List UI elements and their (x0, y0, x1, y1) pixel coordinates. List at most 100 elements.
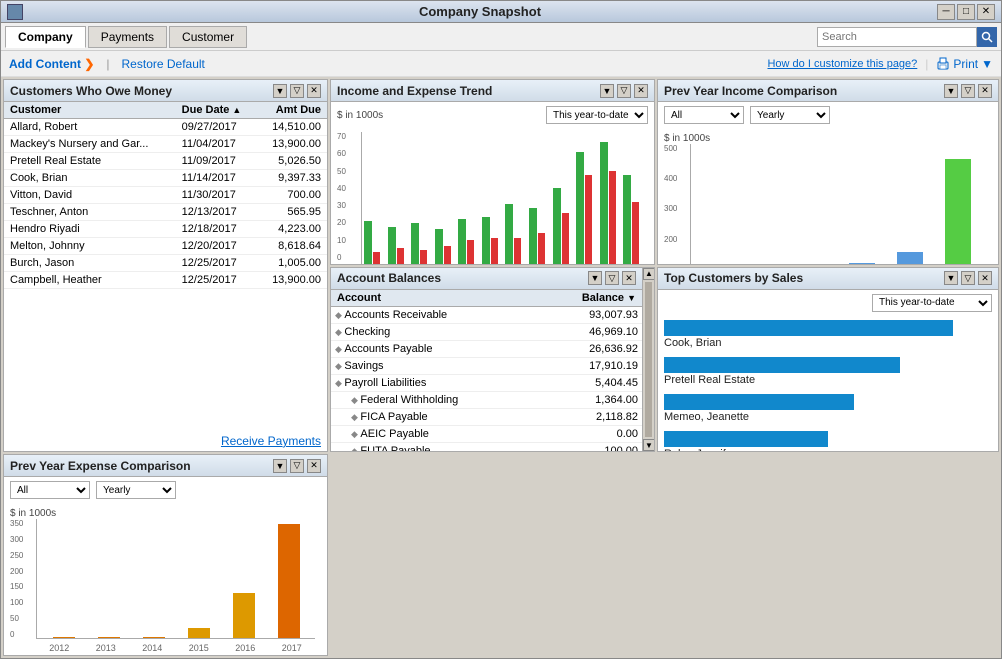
duedate-col-header[interactable]: Due Date ▲ (176, 102, 258, 119)
customer-amt-due: 5,026.50 (257, 153, 327, 170)
account-row[interactable]: ◆ Accounts Payable 26,636.92 (331, 340, 642, 357)
pyi-period-dropdown[interactable]: Yearly Monthly Quarterly (750, 106, 830, 124)
customer-amt-due: 565.95 (257, 204, 327, 221)
bar-group-jun (482, 217, 505, 265)
close-button[interactable]: ✕ (977, 4, 995, 20)
scroll-down-arrow[interactable]: ▼ (643, 439, 655, 451)
pyi-expand-btn[interactable]: ▽ (961, 84, 975, 98)
accounts-title: Account Balances (337, 271, 441, 285)
pyi-minimize-btn[interactable]: ▼ (944, 84, 958, 98)
account-row[interactable]: ◆ FICA Payable 2,118.82 (331, 408, 642, 425)
account-balance: 2,118.82 (538, 408, 642, 425)
customers-table-container[interactable]: Customer Due Date ▲ Amt Due Allard, Robe… (4, 102, 327, 431)
account-balance: 26,636.92 (538, 340, 642, 357)
tc-minimize-btn[interactable]: ▼ (944, 271, 958, 285)
bar-group-sep (553, 188, 576, 265)
search-input[interactable] (817, 27, 977, 47)
amtdue-col-header[interactable]: Amt Due (257, 102, 327, 119)
accounts-table-container[interactable]: Account Balance ▼ ◆ Accounts Receivable … (331, 290, 642, 452)
account-row[interactable]: ◆ Checking 46,969.10 (331, 323, 642, 340)
customer-col-header[interactable]: Customer (4, 102, 176, 119)
restore-default-link[interactable]: Restore Default (122, 57, 205, 71)
account-balance: 46,969.10 (538, 323, 642, 340)
scroll-thumb[interactable] (645, 282, 652, 438)
income-minimize-btn[interactable]: ▼ (600, 84, 614, 98)
customer-row[interactable]: Vitton, David 11/30/2017 700.00 (4, 187, 327, 204)
pye-close-btn[interactable]: ✕ (307, 459, 321, 473)
customer-row[interactable]: Melton, Johnny 12/20/2017 8,618.64 (4, 238, 327, 255)
customer-row[interactable]: Pretell Real Estate 11/09/2017 5,026.50 (4, 153, 327, 170)
account-balance: 100.00 (538, 442, 642, 451)
income-bar-chart: 70 60 50 40 30 20 10 0 (331, 128, 654, 265)
account-row[interactable]: ◆ Accounts Receivable 93,007.93 (331, 306, 642, 323)
title-bar-left (7, 4, 23, 20)
minimize-button[interactable]: ─ (937, 4, 955, 20)
customer-row[interactable]: Teschner, Anton 12/13/2017 565.95 (4, 204, 327, 221)
customer-row[interactable]: Burch, Jason 12/25/2017 1,005.00 (4, 255, 327, 272)
customer-row[interactable]: Hendro Riyadi 12/18/2017 4,223.00 (4, 221, 327, 238)
income-expand-btn[interactable]: ▽ (617, 84, 631, 98)
tab-company[interactable]: Company (5, 26, 86, 48)
customers-expand-btn[interactable]: ▽ (290, 84, 304, 98)
pyi-filter-dropdown[interactable]: All (664, 106, 744, 124)
pye-minimize-btn[interactable]: ▼ (273, 459, 287, 473)
account-name: ◆ FICA Payable (331, 408, 538, 425)
customer-due-date: 11/09/2017 (176, 153, 258, 170)
income-period-dropdown[interactable]: This year-to-date Last year This quarter (546, 106, 648, 124)
tc-list: Cook, Brian Pretell Real Estate Memeo, J… (658, 316, 998, 452)
pyi-close-btn[interactable]: ✕ (978, 84, 992, 98)
account-row[interactable]: ◆ Federal Withholding 1,364.00 (331, 391, 642, 408)
customer-row[interactable]: Campbell, Heather 12/25/2017 13,900.00 (4, 272, 327, 289)
accounts-minimize-btn[interactable]: ▼ (588, 271, 602, 285)
accounts-close-btn[interactable]: ✕ (622, 271, 636, 285)
bar-group-dec (623, 175, 646, 265)
customers-close-btn[interactable]: ✕ (307, 84, 321, 98)
customer-row[interactable]: Allard, Robert 09/27/2017 14,510.00 (4, 119, 327, 136)
tc-close-btn[interactable]: ✕ (978, 271, 992, 285)
account-balance: 5,404.45 (538, 374, 642, 391)
tc-item: Rahn, Jennifer (664, 431, 992, 452)
add-content-button[interactable]: Add Content ❯ (9, 57, 94, 71)
income-chart-area (361, 132, 648, 265)
balance-col-header[interactable]: Balance ▼ (538, 290, 642, 307)
tc-expand-btn[interactable]: ▽ (961, 271, 975, 285)
tab-customer[interactable]: Customer (169, 26, 247, 48)
customer-name: Allard, Robert (4, 119, 176, 136)
receive-payments-link[interactable]: Receive Payments (4, 431, 327, 451)
account-row[interactable]: ◆ Payroll Liabilities 5,404.45 (331, 374, 642, 391)
pye-expand-btn[interactable]: ▽ (290, 459, 304, 473)
account-balance: 17,910.19 (538, 357, 642, 374)
account-name: ◆ FUTA Payable (331, 442, 538, 451)
tc-period-dropdown[interactable]: This year-to-date (872, 294, 992, 312)
search-button[interactable] (977, 27, 997, 47)
account-col-header[interactable]: Account (331, 290, 538, 307)
customers-minimize-btn[interactable]: ▼ (273, 84, 287, 98)
account-balance: 1,364.00 (538, 391, 642, 408)
prev-expense-panel: Prev Year Expense Comparison ▼ ▽ ✕ All Y… (3, 454, 328, 656)
add-content-label: Add Content (9, 57, 81, 71)
pye-period-dropdown[interactable]: Yearly (96, 481, 176, 499)
maximize-button[interactable]: □ (957, 4, 975, 20)
income-close-btn[interactable]: ✕ (634, 84, 648, 98)
accounts-expand-btn[interactable]: ▽ (605, 271, 619, 285)
pye-filter-dropdown[interactable]: All (10, 481, 90, 499)
account-row[interactable]: ◆ AEIC Payable 0.00 (331, 425, 642, 442)
customer-due-date: 12/13/2017 (176, 204, 258, 221)
tc-customer-name: Memeo, Jeanette (664, 411, 992, 423)
customer-row[interactable]: Mackey's Nursery and Gar... 11/04/2017 1… (4, 136, 327, 153)
print-button[interactable]: Print ▼ (936, 57, 993, 71)
bar-group-aug (529, 208, 552, 265)
accounts-scrollbar[interactable]: ▲ ▼ (642, 268, 654, 452)
tab-payments[interactable]: Payments (88, 26, 167, 48)
menu-bar: Company Payments Customer (1, 23, 1001, 51)
account-row[interactable]: ◆ FUTA Payable 100.00 (331, 442, 642, 451)
tc-customer-name: Rahn, Jennifer (664, 448, 992, 452)
customer-row[interactable]: Cook, Brian 11/14/2017 9,397.33 (4, 170, 327, 187)
customers-panel: Customers Who Owe Money ▼ ▽ ✕ Customer D… (3, 79, 328, 452)
pye-x-labels: 2012 2013 2014 2015 2016 2017 (36, 643, 315, 653)
account-name: ◆ Payroll Liabilities (331, 374, 538, 391)
account-row[interactable]: ◆ Savings 17,910.19 (331, 357, 642, 374)
scroll-up-arrow[interactable]: ▲ (643, 268, 655, 280)
income-chart-controls: $ in 1000s This year-to-date Last year T… (331, 102, 654, 128)
help-link[interactable]: How do I customize this page? (767, 58, 917, 70)
